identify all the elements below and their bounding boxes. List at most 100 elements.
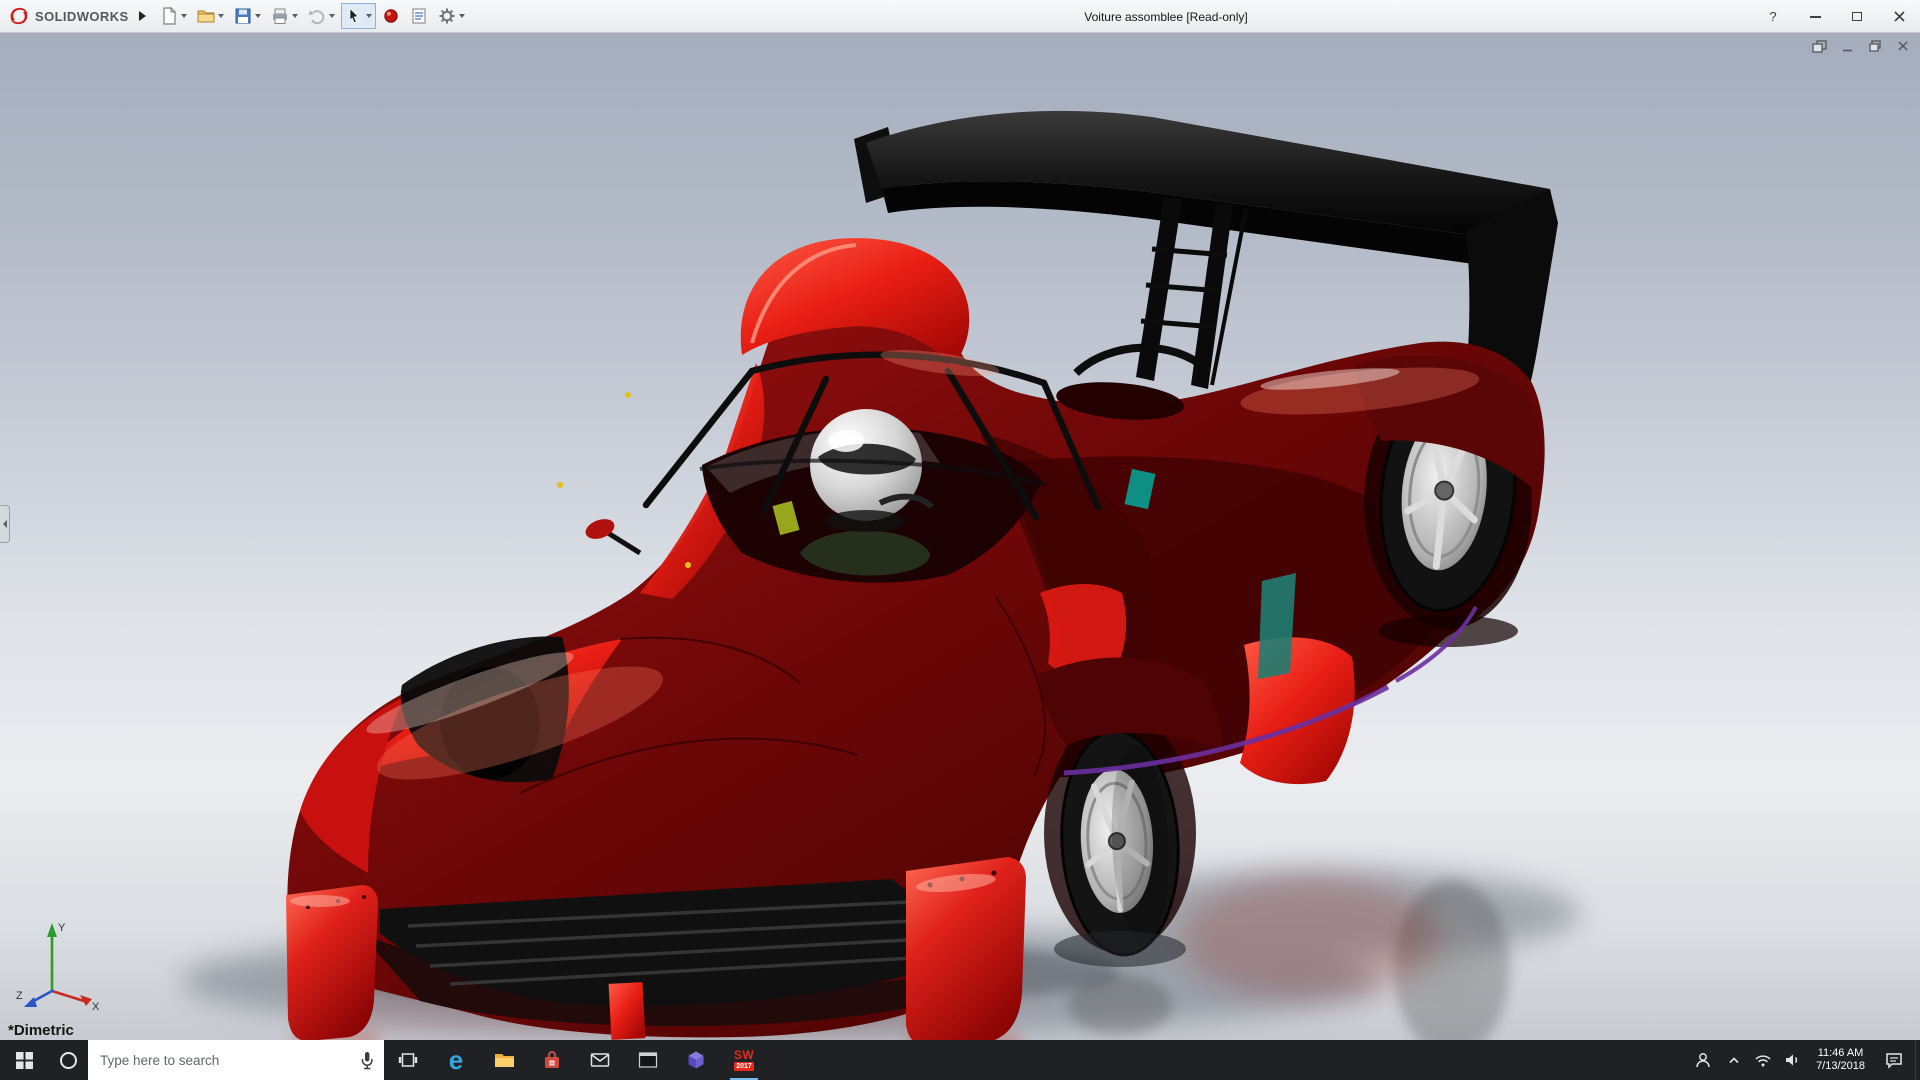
triad-z-label: Z [16, 990, 23, 1002]
triad-x-label: X [92, 1001, 100, 1011]
taskbar-clock[interactable]: 11:46 AM 7/13/2018 [1808, 1040, 1873, 1080]
help-icon: ? [1769, 9, 1776, 24]
task-view-icon [398, 1050, 418, 1070]
doc-float-button[interactable] [1810, 38, 1828, 54]
appearances-button[interactable] [378, 3, 404, 29]
dropdown-caret-icon [366, 14, 372, 18]
document-window-controls [1810, 38, 1912, 54]
speaker-icon [1784, 1052, 1802, 1068]
dropdown-caret-icon [329, 14, 335, 18]
cortana-icon [60, 1052, 77, 1069]
file-explorer-icon [494, 1050, 515, 1070]
appearance-sphere-icon [382, 7, 400, 25]
titlebar: SOLIDWORKS [0, 0, 1920, 33]
close-button[interactable] [1878, 0, 1920, 33]
gear-icon [438, 7, 456, 25]
race-car-3d-model[interactable] [0, 33, 1920, 1040]
report-sheet-icon [410, 7, 428, 25]
open-folder-icon [197, 7, 215, 25]
print-button[interactable] [267, 3, 302, 29]
dassault-systemes-logo-icon [8, 5, 30, 27]
save-icon [234, 7, 252, 25]
maximize-icon [1852, 12, 1862, 21]
cube-app-icon [686, 1050, 706, 1070]
view-orientation-label: *Dimetric [8, 1022, 74, 1039]
edge-browser-button[interactable]: e [432, 1040, 480, 1080]
cube-app-button[interactable] [672, 1040, 720, 1080]
clock-time: 11:46 AM [1818, 1047, 1864, 1060]
document-title: Voiture assomblee [Read-only] [1084, 0, 1247, 33]
orientation-triad: Y X Z [14, 911, 104, 1016]
graphics-viewport[interactable]: Y X Z *Dimetric [0, 33, 1920, 1040]
close-icon [1894, 11, 1905, 22]
solidworks-window: SOLIDWORKS [0, 0, 1920, 1080]
windows-logo-icon [16, 1052, 33, 1069]
people-icon [1693, 1050, 1713, 1070]
doc-close-button[interactable] [1894, 38, 1912, 54]
show-desktop-button[interactable] [1915, 1040, 1920, 1080]
side-mirror [583, 515, 617, 542]
dropdown-caret-icon [292, 14, 298, 18]
solidworks-logo: SOLIDWORKS [8, 5, 129, 27]
store-bag-icon [542, 1050, 562, 1070]
command-prompt-icon [638, 1050, 658, 1070]
new-document-button[interactable] [156, 3, 191, 29]
start-button[interactable] [0, 1040, 48, 1080]
mail-icon [590, 1050, 610, 1070]
taskbar-search[interactable] [88, 1040, 384, 1080]
new-document-icon [160, 7, 178, 25]
solidworks-app-icon: SW [734, 1049, 754, 1061]
undo-icon [308, 7, 326, 25]
print-icon [271, 7, 289, 25]
dropdown-caret-icon [255, 14, 261, 18]
minimize-button[interactable] [1794, 0, 1836, 33]
app-name: SOLIDWORKS [35, 9, 129, 24]
doc-restore-button[interactable] [1866, 38, 1884, 54]
action-center-icon [1884, 1050, 1904, 1070]
taskbar: e [0, 1040, 1920, 1080]
options-button[interactable] [434, 3, 469, 29]
wifi-icon [1754, 1052, 1772, 1068]
tray-overflow-button[interactable] [1720, 1040, 1748, 1080]
open-button[interactable] [193, 3, 228, 29]
front-wheel-contact-shadow [1054, 931, 1186, 967]
minimize-icon [1810, 16, 1821, 18]
chevron-left-icon [3, 520, 7, 528]
doc-close-icon [1897, 40, 1909, 52]
search-input[interactable] [98, 1052, 352, 1069]
dropdown-caret-icon [181, 14, 187, 18]
network-button[interactable] [1748, 1040, 1778, 1080]
clock-date: 7/13/2018 [1816, 1060, 1865, 1073]
mail-button[interactable] [576, 1040, 624, 1080]
file-explorer-button[interactable] [480, 1040, 528, 1080]
store-button[interactable] [528, 1040, 576, 1080]
people-button[interactable] [1686, 1040, 1720, 1080]
titlebar-left: SOLIDWORKS [0, 3, 469, 29]
select-tool-button[interactable] [341, 3, 376, 29]
select-cursor-icon [345, 7, 363, 25]
display-report-button[interactable] [406, 3, 432, 29]
doc-float-icon [1812, 40, 1827, 53]
menu-expand-arrow-icon[interactable] [139, 11, 146, 21]
rear-deck [1055, 197, 1246, 425]
action-center-button[interactable] [1873, 1040, 1915, 1080]
triad-y-label: Y [58, 922, 66, 934]
volume-button[interactable] [1778, 1040, 1808, 1080]
undo-button[interactable] [304, 3, 339, 29]
feature-panel-flyout-tab[interactable] [0, 505, 10, 543]
dropdown-caret-icon [218, 14, 224, 18]
dropdown-caret-icon [459, 14, 465, 18]
edge-icon: e [449, 1047, 463, 1073]
maximize-button[interactable] [1836, 0, 1878, 33]
solidworks-taskbar-button[interactable]: SW 2017 [720, 1040, 768, 1080]
doc-restore-icon [1868, 40, 1882, 53]
microphone-icon[interactable] [360, 1051, 374, 1070]
doc-minimize-button[interactable] [1838, 38, 1856, 54]
save-button[interactable] [230, 3, 265, 29]
doc-minimize-icon [1841, 40, 1854, 53]
task-view-button[interactable] [384, 1040, 432, 1080]
cortana-button[interactable] [48, 1040, 88, 1080]
chevron-up-icon [1727, 1054, 1741, 1066]
help-button[interactable]: ? [1752, 0, 1794, 33]
command-prompt-button[interactable] [624, 1040, 672, 1080]
